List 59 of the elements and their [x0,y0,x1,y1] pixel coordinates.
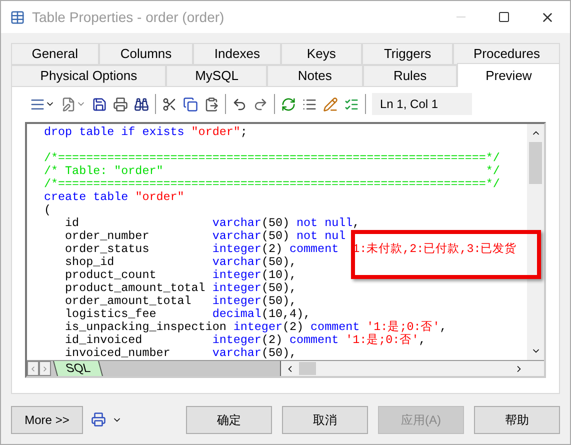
code-line: order_number varchar(50) not nul [64,229,346,243]
undo-icon[interactable] [232,96,247,112]
print-dropdown[interactable] [91,412,122,427]
code-line: /*=============================================================*/ [44,151,500,165]
tab[interactable]: Procedures [453,43,560,65]
cursor-position: Ln 1, Col 1 [372,93,472,115]
edit-dropdown[interactable] [61,96,86,112]
code-line: create table "order" [44,190,184,204]
code-line: invoiced_number varchar(50), [64,346,297,360]
text-align-dropdown[interactable] [30,96,55,112]
code-line: /*=============================================================*/ [44,177,500,191]
tab[interactable]: Preview [457,63,560,87]
redo-icon[interactable] [253,96,268,112]
scroll-left-button[interactable] [27,361,39,376]
refresh-icon[interactable] [281,96,296,112]
vertical-scrollbar[interactable] [527,124,544,360]
dialog-button[interactable]: 取消 [282,406,368,434]
tab[interactable]: Notes [267,65,363,87]
maximize-icon[interactable] [498,11,510,23]
cut-icon[interactable] [162,96,177,112]
code-line: drop table if exists "order"; [44,125,248,139]
scroll-right-button[interactable] [39,361,51,376]
code-line: logistics_fee decimal(10,4), [64,307,311,321]
tab[interactable]: Rules [362,65,458,87]
tab[interactable]: Physical Options [11,65,166,87]
table-icon [10,10,25,24]
binoculars-icon[interactable] [134,96,149,112]
window-title: Table Properties - order (order) [32,8,224,27]
save-icon[interactable] [92,96,107,112]
print-icon[interactable] [113,96,128,112]
more-button[interactable]: More >> [11,406,83,434]
code-line: id_invoiced integer(2) comment '1:是;0:否', [64,333,426,347]
code-line: product_count integer(10), [64,268,297,282]
printer-icon [91,412,106,427]
code-line: ( [44,203,52,217]
tab[interactable]: MySQL [166,65,268,87]
dialog-button[interactable]: 确定 [186,406,272,434]
tab[interactable]: Triggers [362,43,454,65]
tab[interactable]: Indexes [193,43,282,65]
tab[interactable]: Columns [98,43,194,65]
code-line: is_unpacking_inspection integer(2) comment '1:是;0:否', [64,320,447,334]
checklist-icon[interactable] [344,96,359,112]
scrollbar-thumb[interactable] [529,142,542,184]
code-line: product_amount_total integer(50), [64,281,297,295]
paste-icon[interactable] [204,96,219,112]
code-line: shop_id varchar(50), [64,255,297,269]
code-line: id varchar(50) not null, [64,216,360,230]
code-line: order_amount_total integer(50), [64,294,297,308]
list-icon[interactable] [302,96,317,112]
lines-icon [30,96,45,112]
tab[interactable]: General [11,43,99,65]
tab[interactable]: Keys [281,43,362,65]
document-pen-icon [61,96,76,112]
scrollbar-thumb[interactable] [299,362,316,375]
copy-icon[interactable] [183,96,198,112]
pencil-icon[interactable] [323,96,338,112]
code-line: /* Table: "order" */ [44,164,500,178]
dialog-button[interactable]: 帮助 [474,406,560,434]
sheet-tab[interactable]: SQL [53,361,104,376]
